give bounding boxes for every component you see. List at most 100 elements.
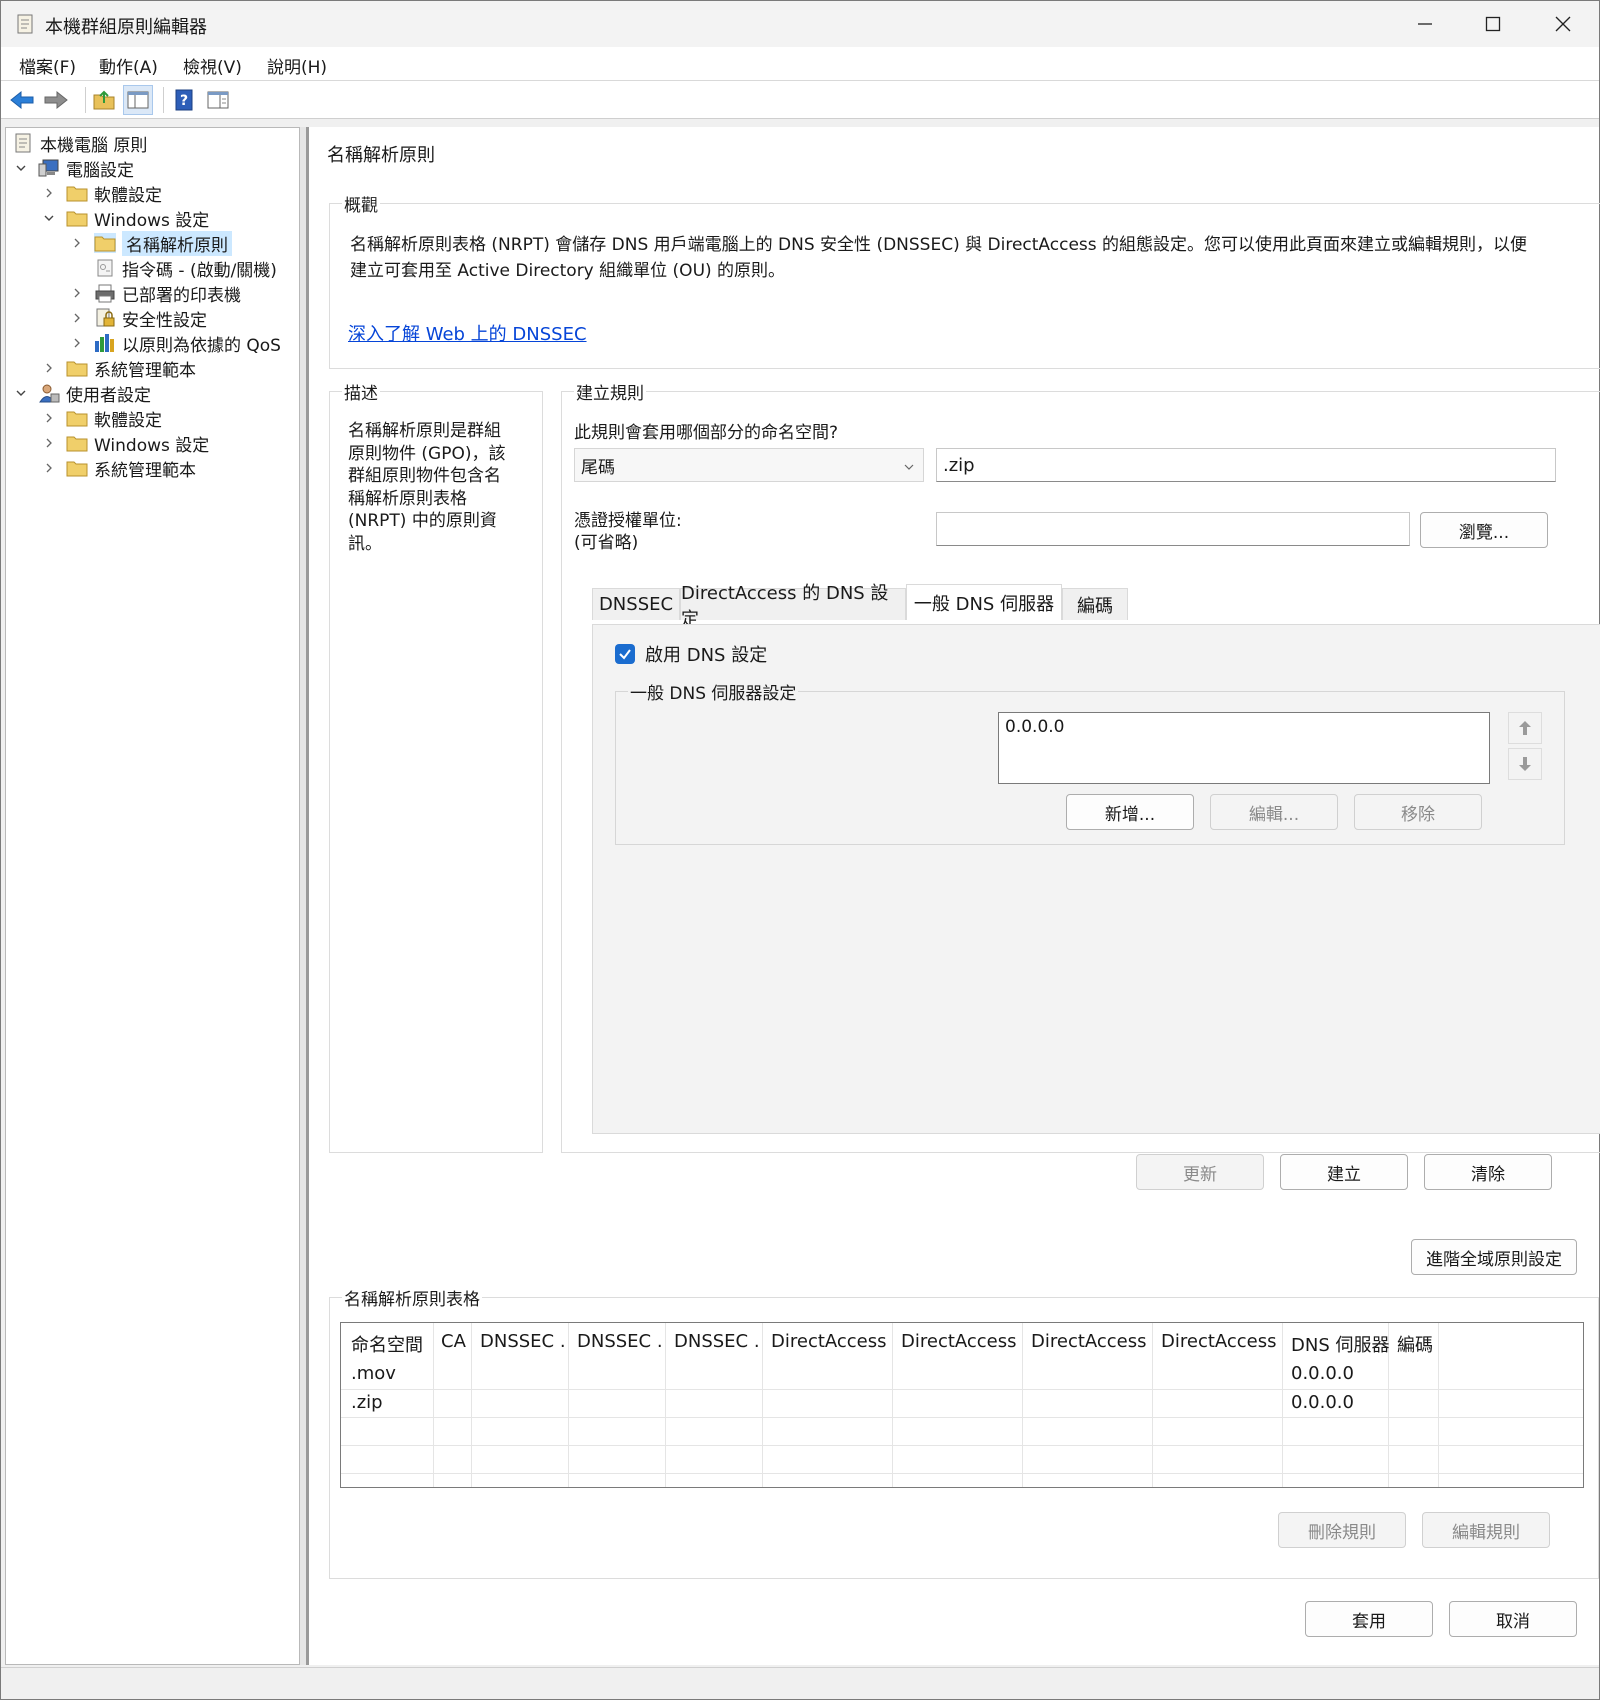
- policy-icon: [12, 133, 34, 153]
- column-header-namespace[interactable]: 命名空間: [351, 1331, 423, 1357]
- chevron-down-icon[interactable]: [14, 162, 28, 174]
- enable-dns-checkbox[interactable]: 啟用 DNS 設定: [615, 641, 767, 667]
- delete-rule-button[interactable]: 刪除規則: [1278, 1512, 1406, 1548]
- chevron-right-icon[interactable]: [42, 412, 56, 424]
- row-dns-server: 0.0.0.0: [1291, 1363, 1354, 1384]
- nrpt-group: 名稱解析原則表格 命名空間 CA DNSSEC ... DNSSEC ... D…: [329, 1285, 1599, 1579]
- computer-icon: [38, 158, 60, 178]
- back-arrow-icon[interactable]: [7, 85, 37, 115]
- chevron-right-icon[interactable]: [70, 237, 84, 249]
- tab-generic-dns-server[interactable]: 一般 DNS 伺服器: [906, 584, 1062, 620]
- menu-file[interactable]: 檔案(F): [19, 53, 76, 78]
- apply-button[interactable]: 套用: [1305, 1601, 1433, 1637]
- column-header-dnssec-3[interactable]: DNSSEC ...: [674, 1331, 760, 1352]
- chevron-right-icon[interactable]: [42, 362, 56, 374]
- chevron-right-icon[interactable]: [42, 437, 56, 449]
- properties-icon[interactable]: [203, 85, 233, 115]
- tree-item-user-admin-templates[interactable]: 系統管理範本: [42, 455, 196, 481]
- chevron-right-icon[interactable]: [70, 287, 84, 299]
- clear-button[interactable]: 清除: [1424, 1154, 1552, 1190]
- add-dns-server-button[interactable]: 新增...: [1066, 794, 1194, 830]
- console-tree: 本機電腦 原則 電腦設定 軟體設定 Windows 設定 名稱解析原則 指令碼 …: [5, 127, 300, 1665]
- show-hide-tree-icon[interactable]: [123, 85, 153, 115]
- column-header-directaccess-1[interactable]: DirectAccess ...: [771, 1331, 891, 1352]
- tree-item-name-resolution-policy[interactable]: 名稱解析原則: [70, 230, 232, 256]
- cancel-button[interactable]: 取消: [1449, 1601, 1577, 1637]
- chevron-down-icon[interactable]: [42, 212, 56, 224]
- up-folder-icon[interactable]: [89, 85, 119, 115]
- dns-server-list[interactable]: 0.0.0.0: [998, 712, 1490, 784]
- tab-directaccess-dns[interactable]: DirectAccess 的 DNS 設定: [680, 583, 906, 630]
- browse-button[interactable]: 瀏覽...: [1420, 512, 1548, 548]
- help-icon[interactable]: ?: [169, 85, 199, 115]
- app-window: 本機群組原則編輯器 檔案(F) 動作(A) 檢視(V) 說明(H) ? 本機電腦…: [0, 0, 1600, 1700]
- tree-item-qos[interactable]: 以原則為依據的 QoS: [70, 330, 281, 356]
- namespace-input[interactable]: .zip: [936, 448, 1556, 482]
- tree-item-user-config[interactable]: 使用者設定: [14, 380, 151, 406]
- tree-item-label: 安全性設定: [122, 310, 207, 331]
- tree-item-label: 本機電腦 原則: [40, 135, 148, 156]
- tree-item-computer-config[interactable]: 電腦設定: [14, 155, 134, 181]
- move-up-button[interactable]: [1508, 712, 1542, 744]
- tree-item-software-settings[interactable]: 軟體設定: [42, 180, 162, 206]
- column-header-dnssec-1[interactable]: DNSSEC ...: [480, 1331, 566, 1352]
- tab-panel: 啟用 DNS 設定 一般 DNS 伺服器設定 0.0.0.0 新增... 編輯.…: [592, 624, 1600, 1134]
- title-bar: 本機群組原則編輯器: [1, 1, 1599, 47]
- column-header-dns-server[interactable]: DNS 伺服器: [1291, 1331, 1389, 1357]
- rule-tabs: DNSSEC DirectAccess 的 DNS 設定 一般 DNS 伺服器 …: [592, 583, 1592, 630]
- menu-action[interactable]: 動作(A): [99, 53, 158, 78]
- menu-help[interactable]: 說明(H): [267, 53, 327, 78]
- user-icon: [38, 383, 60, 403]
- maximize-button[interactable]: [1459, 1, 1527, 47]
- nrpt-legend: 名稱解析原則表格: [342, 1285, 482, 1310]
- move-down-button[interactable]: [1508, 748, 1542, 780]
- chevron-down-icon[interactable]: [14, 387, 28, 399]
- ca-label: 憑證授權單位: (可省略): [574, 511, 682, 553]
- qos-chart-icon: [94, 333, 116, 353]
- nrpt-table[interactable]: 命名空間 CA DNSSEC ... DNSSEC ... DNSSEC ...…: [340, 1322, 1584, 1488]
- dnssec-learn-more-link[interactable]: 深入了解 Web 上的 DNSSEC: [348, 320, 587, 346]
- tree-item-deployed-printers[interactable]: 已部署的印表機: [70, 280, 241, 306]
- create-button[interactable]: 建立: [1280, 1154, 1408, 1190]
- tree-item-scripts[interactable]: 指令碼 - (啟動/關機): [94, 255, 277, 281]
- page-title: 名稱解析原則: [327, 145, 435, 166]
- tab-dnssec[interactable]: DNSSEC: [592, 588, 680, 620]
- minimize-button[interactable]: [1391, 1, 1459, 47]
- tree-item-local-computer-policy[interactable]: 本機電腦 原則: [12, 130, 147, 156]
- column-header-directaccess-3[interactable]: DirectAccess ...: [1031, 1331, 1151, 1352]
- column-header-encoding[interactable]: 編碼: [1397, 1331, 1433, 1357]
- description-text: 名稱解析原則是群組 原則物件 (GPO)，該 群組原則物件包含名 稱解析原則表格…: [348, 421, 506, 554]
- chevron-right-icon[interactable]: [42, 462, 56, 474]
- certification-authority-input[interactable]: [936, 512, 1410, 546]
- create-rule-group: 建立規則 此規則會套用哪個部分的命名空間? 尾碼 .zip 憑證授權單位: (可…: [561, 379, 1600, 1190]
- update-button[interactable]: 更新: [1136, 1154, 1264, 1190]
- tree-item-admin-templates[interactable]: 系統管理範本: [42, 355, 196, 381]
- chevron-right-icon[interactable]: [42, 187, 56, 199]
- tab-encoding[interactable]: 編碼: [1062, 588, 1128, 620]
- dns-server-item[interactable]: 0.0.0.0: [1005, 717, 1483, 737]
- chevron-right-icon[interactable]: [70, 337, 84, 349]
- printer-icon: [94, 283, 116, 303]
- remove-dns-server-button[interactable]: 移除: [1354, 794, 1482, 830]
- tree-item-user-software-settings[interactable]: 軟體設定: [42, 405, 162, 431]
- advanced-global-settings-button[interactable]: 進階全域原則設定: [1411, 1239, 1577, 1275]
- column-header-directaccess-2[interactable]: DirectAccess ...: [901, 1331, 1021, 1352]
- column-header-dnssec-2[interactable]: DNSSEC ...: [577, 1331, 663, 1352]
- tree-item-user-windows-settings[interactable]: Windows 設定: [42, 430, 209, 456]
- namespace-type-select[interactable]: 尾碼: [574, 448, 924, 482]
- tree-item-label: 軟體設定: [94, 410, 162, 431]
- row-namespace: .zip: [351, 1392, 383, 1413]
- forward-arrow-icon[interactable]: [41, 85, 71, 115]
- edit-rule-button[interactable]: 編輯規則: [1422, 1512, 1550, 1548]
- tree-item-security-settings[interactable]: 安全性設定: [70, 305, 207, 331]
- close-button[interactable]: [1529, 1, 1597, 47]
- column-header-directaccess-4[interactable]: DirectAccess ...: [1161, 1331, 1281, 1352]
- chevron-right-icon[interactable]: [70, 312, 84, 324]
- toolbar: ?: [1, 81, 1599, 119]
- tree-item-label: Windows 設定: [94, 210, 210, 231]
- tree-item-windows-settings[interactable]: Windows 設定: [42, 205, 209, 231]
- column-header-ca[interactable]: CA: [441, 1331, 466, 1352]
- edit-dns-server-button[interactable]: 編輯...: [1210, 794, 1338, 830]
- menu-view[interactable]: 檢視(V): [183, 53, 242, 78]
- overview-group: 概觀 名稱解析原則表格 (NRPT) 會儲存 DNS 用戶端電腦上的 DNS 安…: [329, 191, 1600, 369]
